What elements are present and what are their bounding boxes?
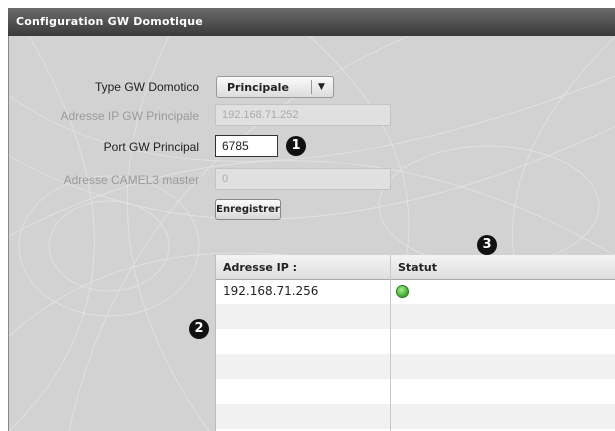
window-title: Configuration GW Domotique [16, 15, 203, 28]
save-button[interactable]: Enregistrer [215, 199, 281, 220]
port-gw-label: Port GW Principal [103, 140, 199, 154]
table-row[interactable]: 192.168.71.256 [216, 279, 615, 304]
table-row [216, 329, 615, 354]
chevron-down-icon[interactable]: ▼ [318, 82, 325, 92]
column-divider [390, 255, 391, 431]
ip-gw-label: Adresse IP GW Principale [60, 109, 200, 123]
gateway-table: Adresse IP : Statut 192.168.71.256 [215, 255, 615, 431]
select-separator [311, 80, 312, 94]
table-header: Adresse IP : Statut [216, 255, 615, 280]
camel-master-field: 0 [215, 168, 391, 190]
status-ok-icon [396, 285, 409, 298]
config-panel: Type GW Domotico Principale ▼ Adresse IP… [8, 36, 615, 431]
port-gw-input[interactable]: 6785 [215, 135, 278, 157]
title-bar: Configuration GW Domotique [8, 8, 615, 37]
config-window: Configuration GW Domotique Type GW Domot… [0, 0, 615, 431]
header-status[interactable]: Statut [398, 261, 437, 274]
ip-gw-field: 192.168.71.252 [215, 104, 391, 126]
type-gw-value: Principale [227, 81, 289, 94]
callout-3-badge: 3 [477, 235, 497, 255]
row-ip: 192.168.71.256 [223, 284, 319, 298]
camel-master-label: Adresse CAMEL3 master [63, 173, 199, 187]
header-ip[interactable]: Adresse IP : [223, 261, 297, 274]
callout-2-badge: 2 [189, 319, 209, 339]
table-row [216, 404, 615, 429]
type-gw-select[interactable]: Principale ▼ [216, 76, 334, 98]
table-row [216, 354, 615, 379]
table-row [216, 304, 615, 329]
table-row [216, 379, 615, 404]
type-gw-label: Type GW Domotico [94, 80, 199, 94]
callout-1-badge: 1 [286, 136, 306, 156]
